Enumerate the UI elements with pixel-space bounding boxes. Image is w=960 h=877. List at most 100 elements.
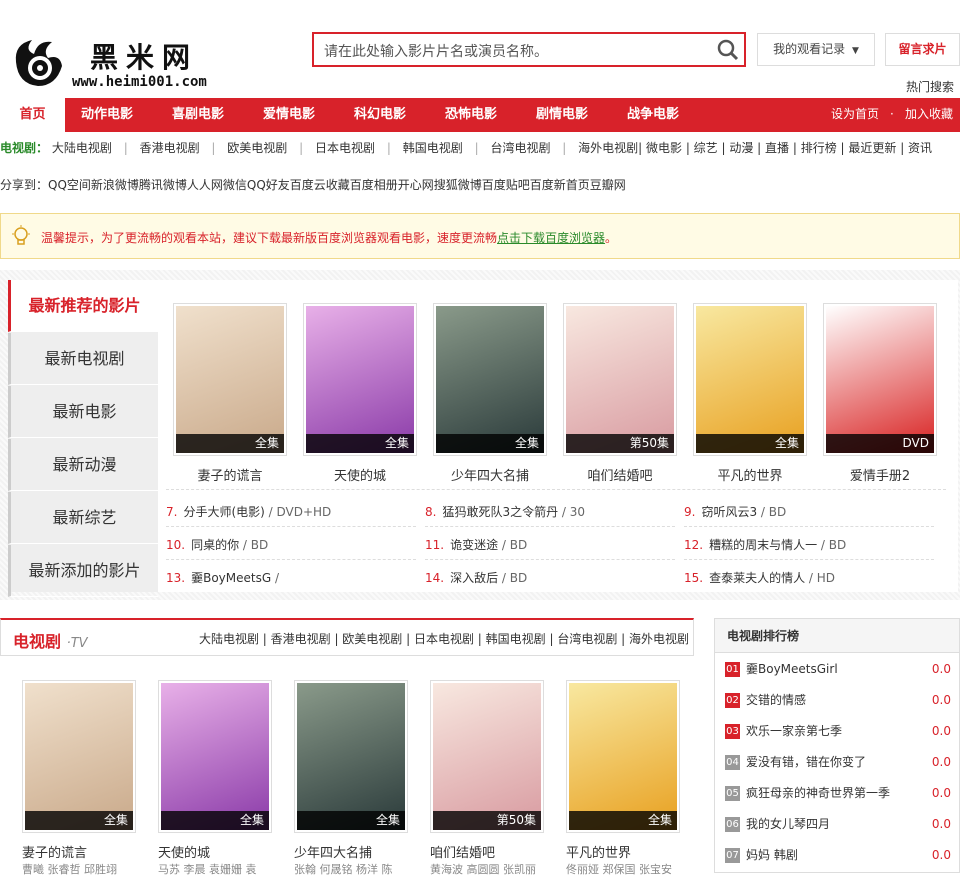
subnav-item-japan[interactable]: 日本电视剧 [315,141,375,155]
poster-cast: 佟丽娅 郑保国 张宝安 [566,863,672,876]
ranking-item[interactable]: 04 爱没有错，错在你变了 0.0 [725,752,951,772]
poster-title[interactable]: 咱们结婚吧 [563,465,677,484]
add-favorite-link[interactable]: 加入收藏 [905,98,953,132]
poster-card[interactable]: 第50集 [563,303,677,456]
tv-section-title-wrap: 电视剧 ·TV [13,628,88,652]
list-item-title: 猛犸敢死队3之令箭丹 [442,505,559,519]
nav-item-action[interactable]: 动作电影 [81,98,133,132]
subnav-item-hongkong[interactable]: 香港电视剧 [140,141,200,155]
ranking-item[interactable]: 07 妈妈 韩剧 0.0 [725,845,951,865]
message-button[interactable]: 留言求片 [885,33,960,66]
recommend-list-item[interactable]: 14. 深入敌后 / BD [425,569,527,586]
tv-category-links[interactable]: 大陆电视剧 | 香港电视剧 | 欧美电视剧 | 日本电视剧 | 韩国电视剧 | … [199,630,689,647]
poster-title[interactable]: 平凡的世界 [693,465,807,484]
rank-score: 0.0 [931,786,951,800]
list-item-title: 查泰莱夫人的情人 [709,571,806,585]
subnav-item-korea[interactable]: 韩国电视剧 [403,141,463,155]
poster-card[interactable]: 全集 [294,680,408,833]
ranking-item[interactable]: 02 交错的情感 0.0 [725,690,951,710]
subnav-item-western[interactable]: 欧美电视剧 [227,141,287,155]
lightbulb-icon [12,225,30,245]
divider [166,489,946,490]
rank-score: 0.0 [931,817,951,831]
poster-title[interactable]: 妻子的谎言 [173,465,287,484]
set-homepage-link[interactable]: 设为首页 [831,98,879,132]
poster-card[interactable]: 全集 [173,303,287,456]
poster-card[interactable]: 第50集 [430,680,544,833]
poster-card[interactable]: DVD [823,303,937,456]
rank-title: 我的女儿琴四月 [746,817,831,831]
search-box[interactable]: 请在此处输入影片片名或演员名称。 [312,32,746,67]
poster-card[interactable]: 全集 [693,303,807,456]
recommend-list-item[interactable]: 8. 猛犸敢死队3之令箭丹 / 30 [425,503,585,520]
nav-item-romance[interactable]: 爱情电影 [263,98,315,132]
list-item-version: / BD [498,538,528,552]
download-browser-link[interactable]: 点击下载百度浏览器 [497,231,605,245]
ranking-item[interactable]: 05 疯狂母亲的神奇世界第一季 0.0 [725,783,951,803]
list-item-version: / BD [239,538,269,552]
poster-image: 全集 [297,683,405,830]
recommend-list-item[interactable]: 15. 查泰莱夫人的情人 / HD [684,569,835,586]
poster-title[interactable]: 平凡的世界 [566,842,680,861]
share-bar[interactable]: 分享到：QQ空间新浪微博腾讯微博人人网微信QQ好友百度云收藏百度相册开心网搜狐微… [0,176,626,193]
rank-number: 02 [725,693,740,708]
nav-item-horror[interactable]: 恐怖电影 [445,98,497,132]
rank-number: 04 [725,755,740,770]
list-item-number: 12. [684,538,704,552]
tab-latest-movies[interactable]: 最新电影 [8,386,158,438]
ranking-item[interactable]: 01 嫑BoyMeetsGirl 0.0 [725,659,951,679]
subnav-item-mainland[interactable]: 大陆电视剧 [52,141,112,155]
poster-image: 全集 [696,306,804,453]
tab-latest-anime[interactable]: 最新动漫 [8,439,158,491]
poster-card[interactable]: 全集 [433,303,547,456]
ranking-item[interactable]: 03 欢乐一家亲第七季 0.0 [725,721,951,741]
poster-title[interactable]: 少年四大名捕 [294,842,408,861]
recommend-list-item[interactable]: 12. 糟糕的周末与情人一 / BD [684,536,846,553]
poster-title[interactable]: 咱们结婚吧 [430,842,544,861]
poster-title[interactable]: 妻子的谎言 [22,842,136,861]
subnav-item-taiwan[interactable]: 台湾电视剧 [490,141,550,155]
episode-badge: 全集 [176,434,284,453]
ranking-item[interactable]: 06 我的女儿琴四月 0.0 [725,814,951,834]
nav-item-war[interactable]: 战争电影 [627,98,679,132]
nav-item-drama[interactable]: 剧情电影 [536,98,588,132]
rank-number: 06 [725,817,740,832]
search-input[interactable]: 请在此处输入影片片名或演员名称。 [324,41,548,61]
poster-title[interactable]: 爱情手册2 [823,465,937,484]
nav-separator: · [890,107,894,121]
poster-image: 全集 [436,306,544,453]
list-item-version: / BD [757,505,787,519]
poster-cast: 曹曦 张睿哲 邱胜翊 [22,863,117,876]
poster-title[interactable]: 天使的城 [303,465,417,484]
poster-card[interactable]: 全集 [22,680,136,833]
tab-latest-variety[interactable]: 最新综艺 [8,492,158,544]
recommend-list-item[interactable]: 9. 窃听风云3 / BD [684,503,786,520]
watch-history-button[interactable]: 我的观看记录 ▼ [757,33,875,66]
episode-badge: 全集 [25,811,133,830]
logo-text: 黑米网 [90,41,199,74]
logo-icon [15,40,63,86]
poster-cast: 马苏 李晨 袁姗姗 袁 [158,863,257,876]
poster-card[interactable]: 全集 [158,680,272,833]
poster-card[interactable]: 全集 [303,303,417,456]
poster-title[interactable]: 天使的城 [158,842,272,861]
nav-item-scifi[interactable]: 科幻电影 [354,98,406,132]
recommend-list-item[interactable]: 11. 诡变迷途 / BD [425,536,527,553]
search-icon[interactable] [716,38,740,62]
tab-latest-recommended[interactable]: 最新推荐的影片 [8,280,158,332]
nav-item-home[interactable]: 首页 [0,98,65,132]
recommend-list-item[interactable]: 10. 同桌的你 / BD [166,536,268,553]
tab-latest-added[interactable]: 最新添加的影片 [8,545,158,597]
rank-title: 疯狂母亲的神奇世界第一季 [746,786,891,800]
nav-item-comedy[interactable]: 喜剧电影 [172,98,224,132]
poster-card[interactable]: 全集 [566,680,680,833]
site-logo[interactable]: 黑米网 www.heimi001.com [12,36,222,92]
recommend-list-item[interactable]: 13. 嫑BoyMeetsG / [166,569,279,586]
list-item-number: 7. [166,505,178,519]
poster-title[interactable]: 少年四大名捕 [433,465,547,484]
recommend-list-item[interactable]: 7. 分手大师(电影) / DVD+HD [166,503,331,520]
tab-latest-tv[interactable]: 最新电视剧 [8,333,158,385]
rank-number: 03 [725,724,740,739]
subnav-item-more[interactable]: 海外电视剧| 微电影 | 综艺 | 动漫 | 直播 | 排行榜 | 最近更新 |… [578,141,932,155]
hot-search-link[interactable]: 热门搜索 [906,78,954,95]
